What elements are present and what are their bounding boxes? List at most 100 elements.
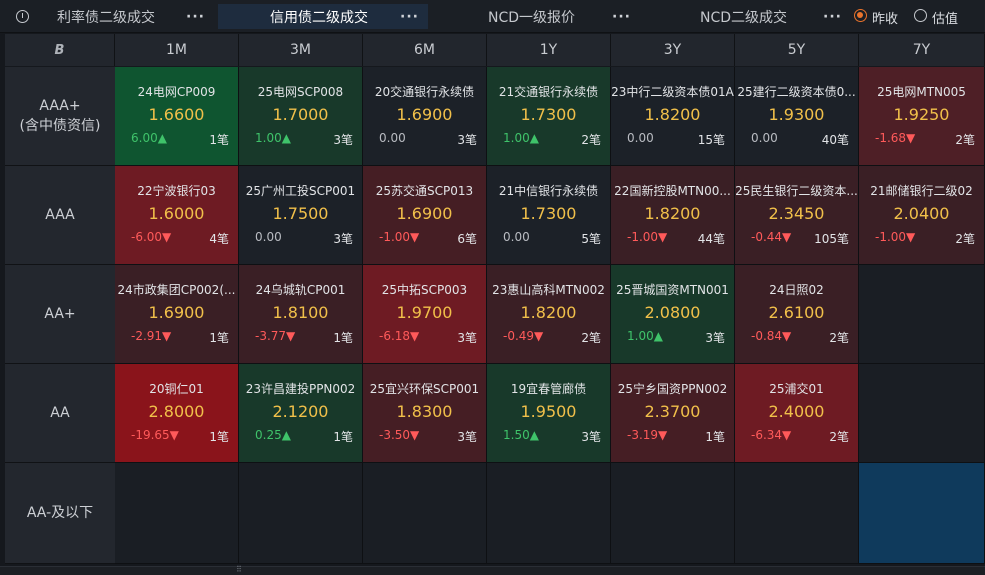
col-header-5y[interactable]: 5Y (735, 34, 859, 66)
corner-header: B (5, 34, 115, 66)
bond-yield: 1.7300 (520, 105, 577, 124)
trade-count: 2笔 (581, 331, 601, 345)
empty-cell (487, 463, 611, 564)
bond-cell[interactable]: 19宜春管廊债 1.9500 1.50▲ 3笔 (487, 364, 611, 463)
bond-cell[interactable]: 25建行二级资本债0... 1.9300 0.00 40笔 (735, 67, 859, 166)
trade-count: 2笔 (955, 232, 975, 246)
empty-cell (859, 265, 985, 364)
bond-cell[interactable]: 21中信银行永续债 1.7300 0.00 5笔 (487, 166, 611, 265)
bond-cell[interactable]: 25广州工投SCP001 1.7500 0.00 3笔 (239, 166, 363, 265)
col-header-1m[interactable]: 1M (115, 34, 239, 66)
bottom-resize-bar[interactable]: ⠿ (0, 565, 985, 575)
bond-cell[interactable]: 25宁乡国资PPN002 2.3700 -3.19▼ 1笔 (611, 364, 735, 463)
bond-name: 22国新控股MTN00... (614, 184, 731, 198)
bond-cell[interactable]: 24日照02 2.6100 -0.84▼ 2笔 (735, 265, 859, 364)
bond-yield: 2.0800 (644, 303, 701, 322)
trade-count: 3笔 (457, 430, 477, 444)
bond-cell[interactable]: 25晋城国资MTN001 2.0800 1.00▲ 3笔 (611, 265, 735, 364)
bond-cell[interactable]: 21交通银行永续债 1.7300 1.00▲ 2笔 (487, 67, 611, 166)
bond-name: 20交通银行永续债 (374, 85, 475, 99)
bond-name: 24日照02 (769, 283, 824, 297)
col-header-3m[interactable]: 3M (239, 34, 363, 66)
more-icon[interactable]: ··· (612, 9, 631, 25)
col-header-1y[interactable]: 1Y (487, 34, 611, 66)
tab-credit-bond-secondary[interactable]: 信用债二级成交 ··· (218, 4, 428, 29)
bond-change: -3.50▼ (379, 428, 420, 442)
radio-estimate[interactable] (914, 9, 927, 22)
more-icon[interactable]: ··· (823, 9, 842, 25)
more-icon[interactable]: ··· (400, 9, 419, 25)
bond-cell[interactable]: 23惠山高科MTN002 1.8200 -0.49▼ 2笔 (487, 265, 611, 364)
bond-cell[interactable]: 25民生银行二级资本... 2.3450 -0.44▼ 105笔 (735, 166, 859, 265)
bond-cell[interactable]: 25中拓SCP003 1.9700 -6.18▼ 3笔 (363, 265, 487, 364)
empty-cell (859, 463, 985, 564)
bond-yield: 1.9500 (520, 402, 577, 421)
bond-change: -2.91▼ (131, 329, 172, 343)
bond-name: 25晋城国资MTN001 (616, 283, 729, 297)
bond-cell[interactable]: 24市政集团CP002(... 1.6900 -2.91▼ 1笔 (115, 265, 239, 364)
bond-cell[interactable]: 25电网SCP008 1.7000 1.00▲ 3笔 (239, 67, 363, 166)
bond-change: 0.00 (255, 230, 282, 244)
trade-count: 5笔 (581, 232, 601, 246)
col-header-7y[interactable]: 7Y (859, 34, 985, 66)
trade-count: 4笔 (209, 232, 229, 246)
resize-grip-icon[interactable]: ⠿ (236, 565, 242, 574)
bond-name: 22宁波银行03 (137, 184, 216, 198)
bond-cell[interactable]: 22国新控股MTN00... 1.8200 -1.00▼ 44笔 (611, 166, 735, 265)
bond-name: 19宜春管廊债 (510, 382, 587, 396)
bond-name: 23许昌建投PPN002 (245, 382, 356, 396)
bond-change: -6.18▼ (379, 329, 420, 343)
radio-yesterday-label: 昨收 (872, 12, 899, 27)
col-header-6m[interactable]: 6M (363, 34, 487, 66)
bond-change: 0.25▲ (255, 428, 291, 442)
empty-cell (611, 463, 735, 564)
radio-yesterday-close[interactable] (854, 9, 867, 22)
bond-yield: 1.6900 (396, 105, 453, 124)
bond-cell[interactable]: 20交通银行永续债 1.6900 0.00 3笔 (363, 67, 487, 166)
bond-cell[interactable]: 25电网MTN005 1.9250 -1.68▼ 2笔 (859, 67, 985, 166)
empty-cell (239, 463, 363, 564)
bond-change: -0.49▼ (503, 329, 544, 343)
tab-ncd-secondary[interactable]: NCD二级成交 ··· (645, 4, 845, 29)
bond-name: 20铜仁01 (149, 382, 204, 396)
bond-cell[interactable]: 25浦交01 2.4000 -6.34▼ 2笔 (735, 364, 859, 463)
col-header-3y[interactable]: 3Y (611, 34, 735, 66)
logo-icon: B (54, 42, 65, 58)
more-icon[interactable]: ··· (186, 9, 205, 25)
empty-cell (363, 463, 487, 564)
bond-cell[interactable]: 20铜仁01 2.8000 -19.65▼ 1笔 (115, 364, 239, 463)
row-label: AAA+ (39, 98, 81, 114)
tab-rate-bond-secondary[interactable]: 利率债二级成交 ··· (0, 4, 215, 29)
tab-label: 信用债二级成交 (270, 9, 368, 26)
bond-cell[interactable]: 24乌城轨CP001 1.8100 -3.77▼ 1笔 (239, 265, 363, 364)
row-sublabel: (含中债资信) (19, 118, 101, 134)
trade-count: 44笔 (697, 232, 725, 246)
bond-change: -1.00▼ (627, 230, 668, 244)
trade-count: 3笔 (705, 331, 725, 345)
bond-cell[interactable]: 25苏交通SCP013 1.6900 -1.00▼ 6笔 (363, 166, 487, 265)
bond-change: 0.00 (379, 131, 406, 145)
bond-yield: 1.7500 (272, 204, 329, 223)
row-label: AA-及以下 (26, 505, 94, 521)
trade-count: 2笔 (829, 430, 849, 444)
bond-cell[interactable]: 25宜兴环保SCP001 1.8300 -3.50▼ 3笔 (363, 364, 487, 463)
bond-yield: 2.3700 (644, 402, 701, 421)
bond-cell[interactable]: 21邮储银行二级02 2.0400 -1.00▼ 2笔 (859, 166, 985, 265)
bond-yield: 2.4000 (768, 402, 825, 421)
bond-name: 25宁乡国资PPN002 (617, 382, 728, 396)
bond-cell[interactable]: 23中行二级资本债01A 1.8200 0.00 15笔 (611, 67, 735, 166)
bond-cell[interactable]: 24电网CP009 1.6600 6.00▲ 1笔 (115, 67, 239, 166)
bond-name: 24电网CP009 (137, 85, 216, 99)
bond-cell[interactable]: 22宁波银行03 1.6000 -6.00▼ 4笔 (115, 166, 239, 265)
bond-change: -19.65▼ (131, 428, 179, 442)
tab-ncd-primary-quote[interactable]: NCD一级报价 ··· (430, 4, 645, 29)
bond-name: 21交通银行永续债 (498, 85, 599, 99)
bond-name: 25广州工投SCP001 (245, 184, 356, 198)
radio-estimate-label: 估值 (932, 12, 959, 27)
tab-label: 利率债二级成交 (57, 9, 155, 26)
trade-count: 1笔 (209, 331, 229, 345)
trade-count: 1笔 (209, 133, 229, 147)
bond-yield: 1.9700 (396, 303, 453, 322)
bond-name: 23中行二级资本债01A (611, 85, 734, 99)
bond-cell[interactable]: 23许昌建投PPN002 2.1200 0.25▲ 1笔 (239, 364, 363, 463)
